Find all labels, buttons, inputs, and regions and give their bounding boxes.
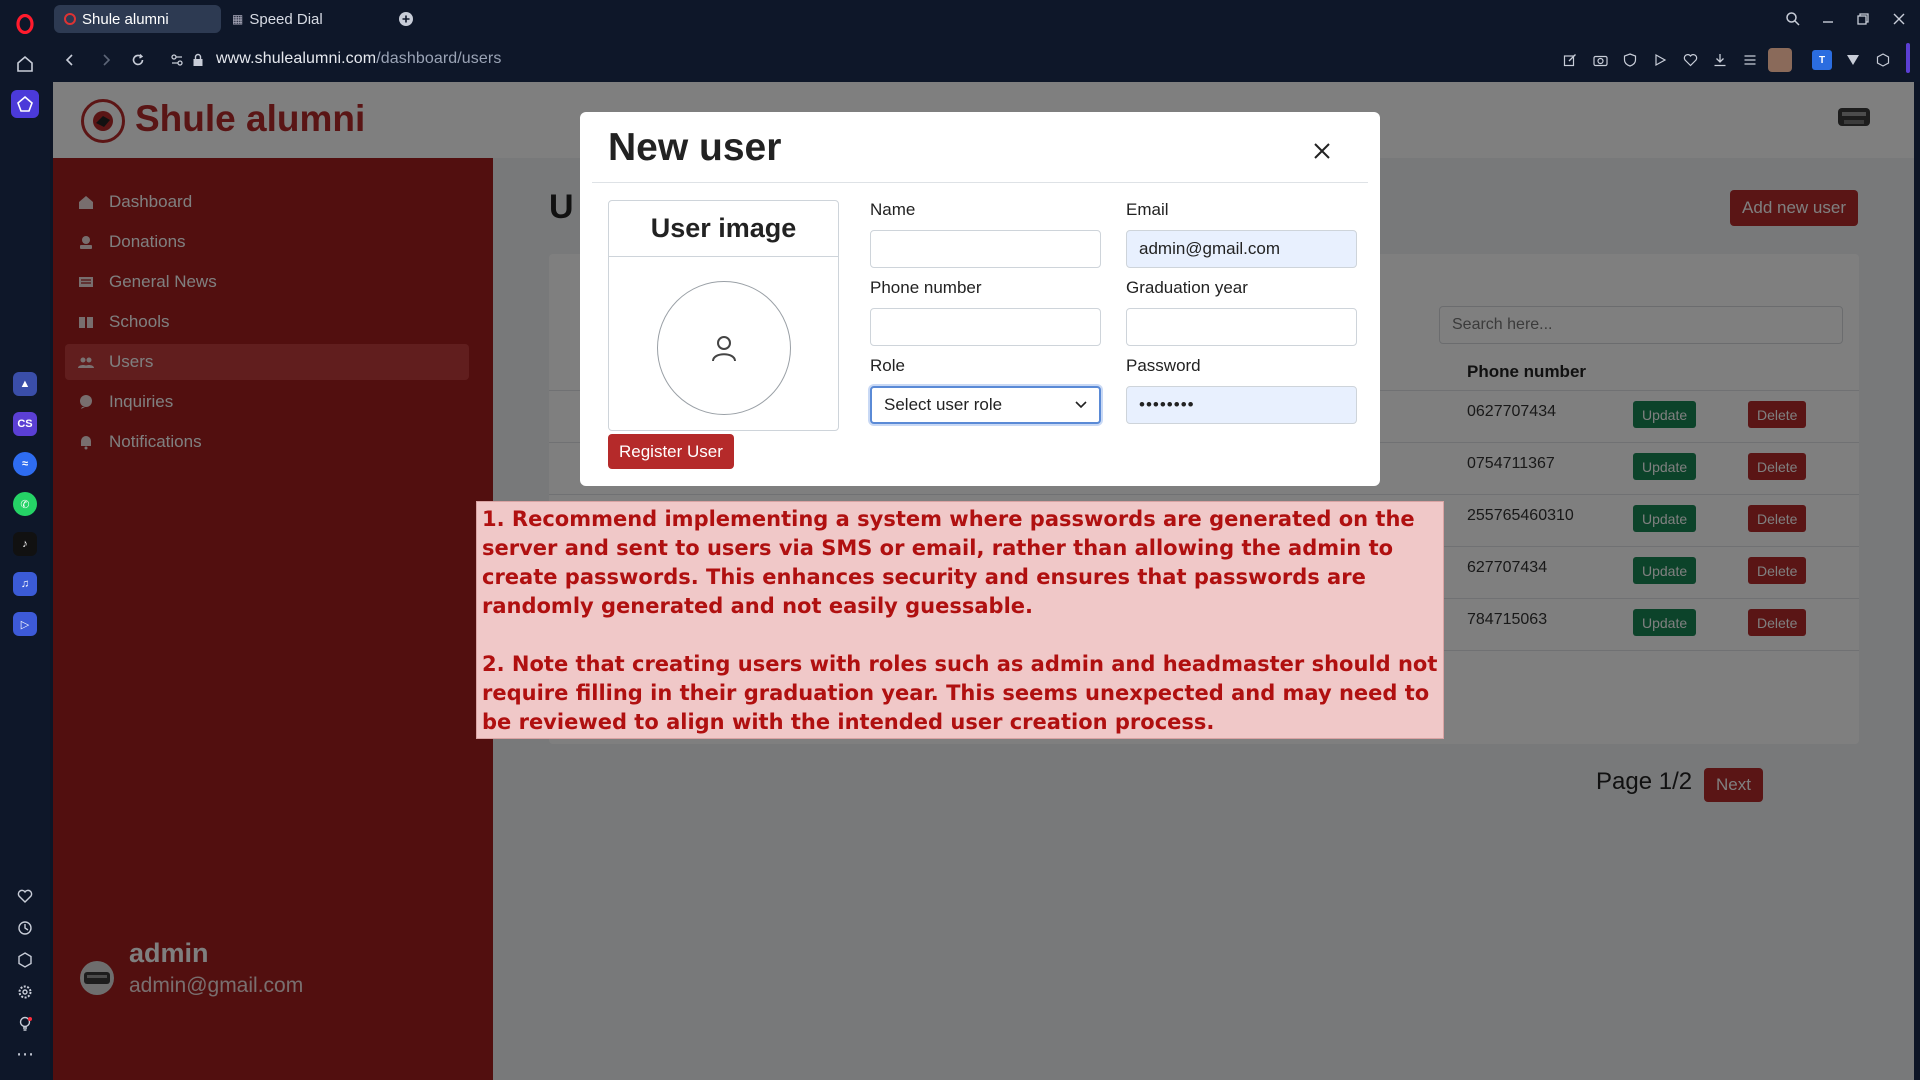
shield-icon[interactable]: [1620, 50, 1640, 70]
messenger-icon[interactable]: ≈: [13, 452, 37, 476]
player-app-icon[interactable]: ▷: [13, 612, 37, 636]
phone-label: Phone number: [870, 278, 982, 297]
name-label: Name: [870, 200, 916, 219]
url-path: /dashboard/users: [376, 50, 502, 67]
browser-sidebar: ▲ CS ≈ ✆ ♪ ♫ ▷ ⋯: [0, 0, 50, 1080]
tab-speed-dial[interactable]: ▦ Speed Dial: [222, 5, 382, 33]
lock-icon: [187, 49, 209, 71]
tab-label: Shule alumni: [82, 10, 169, 28]
opera-logo-icon[interactable]: [11, 10, 39, 38]
graduation-year-label: Graduation year: [1126, 278, 1248, 297]
annotation-point-1: 1. Recommend implementing a system where…: [482, 507, 1415, 618]
search-tabs-icon[interactable]: [1782, 8, 1804, 30]
download-icon[interactable]: [1710, 50, 1730, 70]
url-field[interactable]: www.shulealumni.com/dashboard/users: [216, 50, 501, 68]
settings-gear-icon[interactable]: [11, 978, 39, 1006]
speed-dial-icon[interactable]: [11, 90, 39, 118]
aria-app-icon[interactable]: ▲: [13, 372, 37, 396]
chevron-down-icon: [1075, 401, 1087, 409]
profile-avatar-icon[interactable]: [1768, 48, 1792, 72]
forward-arrow-icon[interactable]: [95, 49, 117, 71]
home-icon[interactable]: [11, 50, 39, 78]
graduation-year-field[interactable]: [1126, 308, 1357, 346]
more-dots-icon[interactable]: ⋯: [11, 1040, 39, 1068]
tips-bulb-icon[interactable]: [11, 1010, 39, 1038]
annotation-point-2: 2. Note that creating users with roles s…: [482, 652, 1438, 734]
speed-dial-grid-icon: ▦: [232, 12, 244, 26]
play-icon[interactable]: [1650, 50, 1670, 70]
extensions-cube-icon[interactable]: [11, 946, 39, 974]
name-field[interactable]: [870, 230, 1101, 268]
site-settings-icon[interactable]: [166, 49, 188, 71]
heart-outline-icon[interactable]: [1680, 50, 1700, 70]
history-icon[interactable]: [11, 914, 39, 942]
vpn-extension-icon[interactable]: [1843, 50, 1863, 70]
sidebar-accent-bar: [1906, 43, 1910, 73]
new-user-modal: New user User image Register User Name E…: [580, 112, 1380, 486]
role-select-value: Select user role: [884, 395, 1003, 414]
translator-extension-icon[interactable]: T: [1812, 50, 1832, 70]
restore-icon[interactable]: [1852, 8, 1874, 30]
user-image-title: User image: [609, 201, 838, 257]
tiktok-icon[interactable]: ♪: [13, 532, 37, 556]
user-image-upload[interactable]: [657, 281, 791, 415]
music-app-icon[interactable]: ♫: [13, 572, 37, 596]
camera-icon[interactable]: [1590, 50, 1610, 70]
tab-strip: Shule alumni ▦ Speed Dial: [50, 0, 1920, 37]
extensions-icon[interactable]: [1873, 50, 1893, 70]
review-annotation: 1. Recommend implementing a system where…: [476, 501, 1444, 739]
reload-icon[interactable]: [127, 49, 149, 71]
register-user-button[interactable]: Register User: [608, 434, 734, 469]
site-favicon-icon: [64, 13, 76, 25]
url-domain: www.shulealumni.com: [216, 50, 377, 67]
password-field[interactable]: ••••••••: [1126, 386, 1357, 424]
new-tab-plus-icon[interactable]: [395, 8, 417, 30]
whatsapp-icon[interactable]: ✆: [13, 492, 37, 516]
tab-label: Speed Dial: [249, 10, 323, 28]
user-image-card: User image: [608, 200, 839, 431]
email-field[interactable]: admin@gmail.com: [1126, 230, 1357, 268]
page-viewport: Shule alumni Dashboard Donations General…: [53, 82, 1914, 1080]
close-icon[interactable]: [1305, 134, 1339, 168]
minimize-icon[interactable]: [1817, 8, 1839, 30]
user-placeholder-icon: [712, 336, 736, 362]
phone-field[interactable]: [870, 308, 1101, 346]
modal-title: New user: [608, 126, 782, 169]
easy-setup-menu-icon[interactable]: [1740, 50, 1760, 70]
cs-app-icon[interactable]: CS: [13, 412, 37, 436]
role-label: Role: [870, 356, 905, 375]
address-bar: www.shulealumni.com/dashboard/users T: [50, 37, 1920, 82]
role-select[interactable]: Select user role: [870, 386, 1101, 424]
modal-divider: [592, 182, 1368, 183]
close-window-icon[interactable]: [1888, 8, 1910, 30]
password-label: Password: [1126, 356, 1201, 375]
email-label: Email: [1126, 200, 1169, 219]
tab-shule-alumni[interactable]: Shule alumni: [54, 5, 221, 33]
back-arrow-icon[interactable]: [59, 49, 81, 71]
heart-icon[interactable]: [11, 882, 39, 910]
edit-icon[interactable]: [1560, 50, 1580, 70]
